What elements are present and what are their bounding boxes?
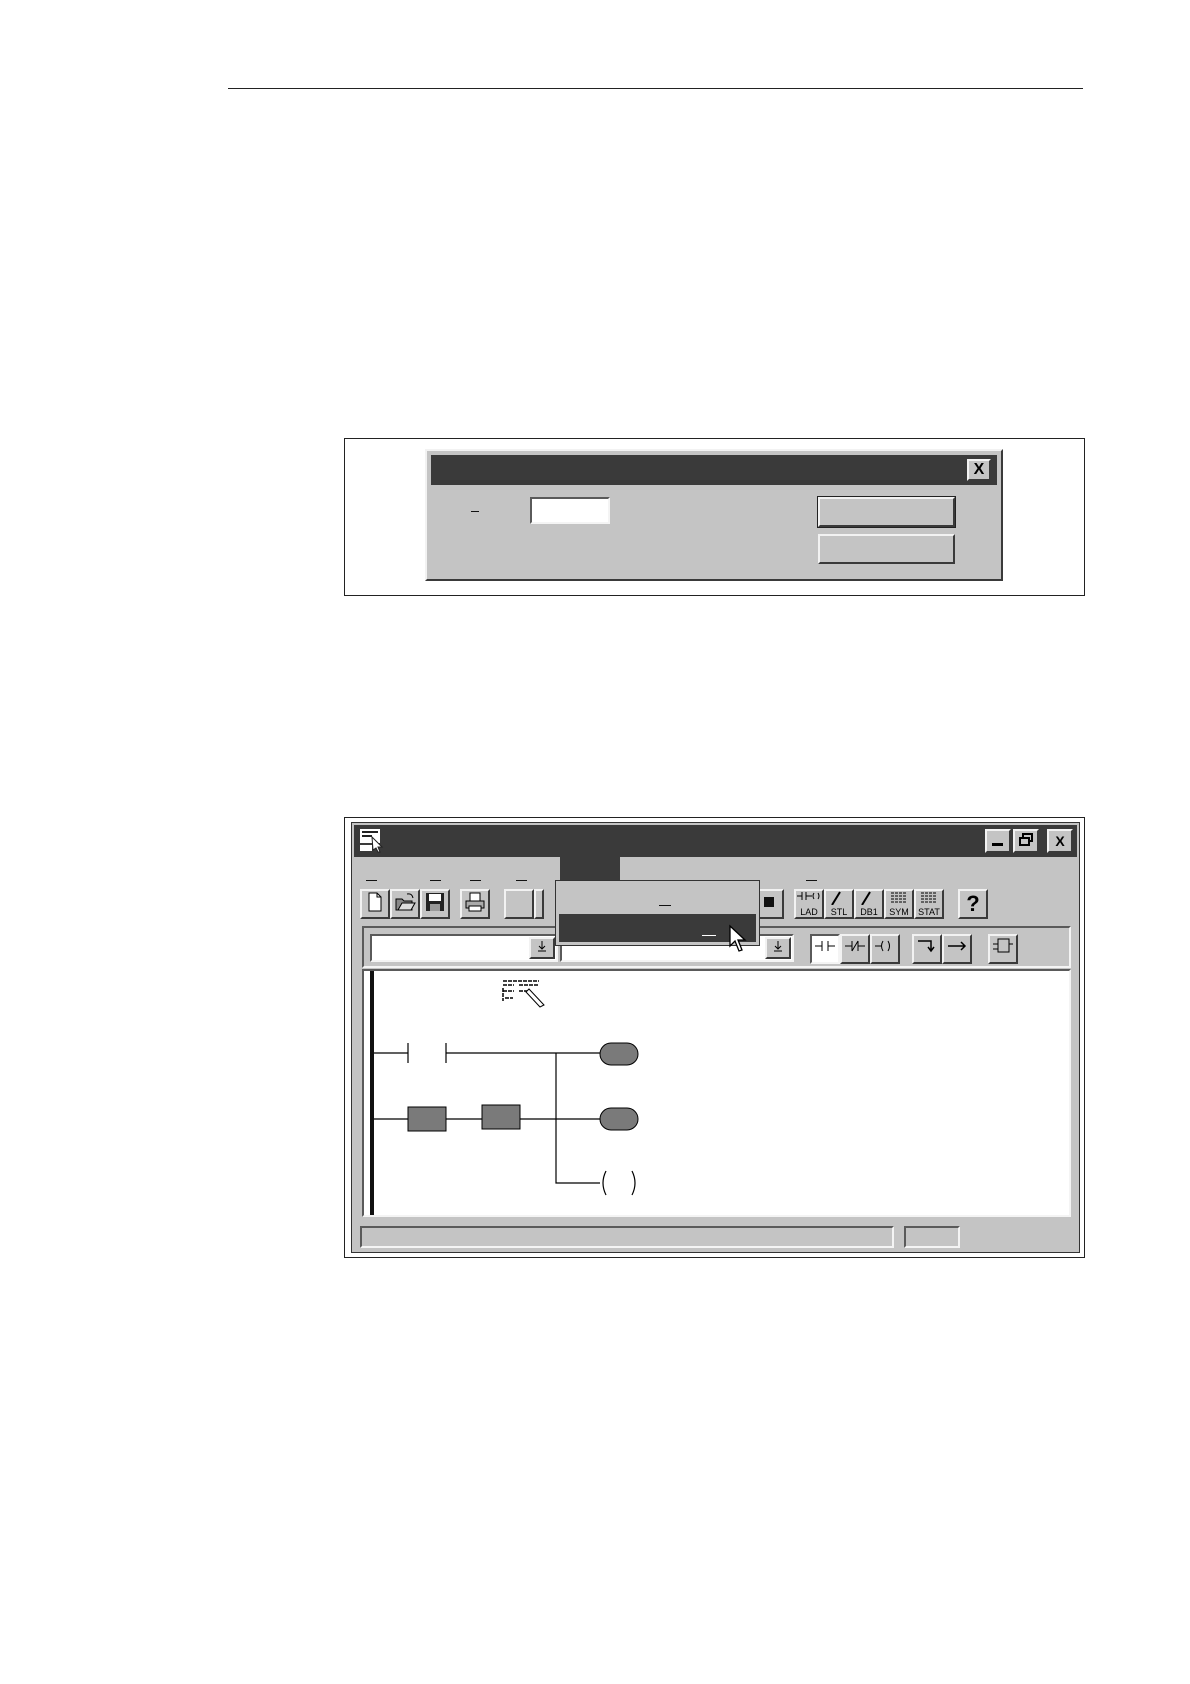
status-message-pane: [360, 1226, 894, 1248]
dropdown-item-1[interactable]: [559, 884, 756, 912]
close-icon: X: [1055, 833, 1065, 849]
menu-item-1[interactable]: [360, 857, 390, 885]
arrow-right-icon: [948, 941, 967, 951]
new-file-button[interactable]: [360, 889, 390, 919]
new-file-icon: [368, 892, 382, 912]
minimize-icon: [992, 843, 1003, 846]
dialog-titlebar: X: [431, 455, 997, 485]
stl-label: STL: [830, 907, 848, 917]
sym-view-icon: [891, 892, 907, 903]
box-element-button[interactable]: [988, 934, 1018, 964]
dialog-close-button[interactable]: X: [967, 459, 991, 481]
help-button[interactable]: ?: [958, 889, 988, 919]
db1-button[interactable]: DB1: [854, 889, 884, 919]
branch-open-button[interactable]: [912, 934, 942, 964]
normally-closed-contact-icon: [845, 940, 865, 952]
app-icon[interactable]: [358, 827, 384, 853]
open-button[interactable]: [390, 889, 420, 919]
toolbar-button-blank[interactable]: [504, 889, 534, 919]
page-top-rule: [228, 88, 1083, 89]
network-combo-dropdown-button[interactable]: [765, 937, 791, 959]
block-select-combo[interactable]: [370, 934, 558, 962]
stat-button[interactable]: STAT: [914, 889, 944, 919]
toolbar-button-partial[interactable]: [534, 889, 544, 919]
chevron-down-icon: [774, 941, 782, 952]
stop-icon: [764, 897, 774, 907]
box-element-icon: [993, 938, 1013, 953]
edit-mode-icon: [502, 980, 545, 1008]
ladder-editor[interactable]: [362, 969, 1071, 1217]
lad-label: LAD: [800, 907, 818, 917]
save-button[interactable]: [420, 889, 450, 919]
open-folder-icon: [395, 893, 416, 911]
branch-down-icon: [918, 940, 935, 953]
help-icon: ?: [966, 891, 980, 916]
close-icon: X: [973, 461, 985, 478]
coil-button[interactable]: [870, 934, 900, 964]
dialog-ok-button[interactable]: [817, 496, 956, 528]
stl-button[interactable]: STL: [824, 889, 854, 919]
menu-item-3[interactable]: [464, 857, 498, 885]
status-mode-pane: [904, 1226, 960, 1248]
lad-view-icon: [797, 892, 820, 900]
sym-button[interactable]: SYM: [884, 889, 914, 919]
minimize-button[interactable]: [985, 829, 1011, 853]
block-combo-dropdown-button[interactable]: [529, 937, 555, 959]
app-titlebar: X: [354, 825, 1077, 857]
restore-icon: [1019, 833, 1033, 846]
dialog-cancel-button[interactable]: [818, 534, 955, 564]
menu-item-2[interactable]: [422, 857, 456, 885]
lad-button[interactable]: LAD: [794, 889, 824, 919]
menu-item-4[interactable]: [510, 857, 544, 885]
restore-button[interactable]: [1013, 829, 1039, 853]
ladder-diagram: [370, 971, 639, 1215]
mouse-pointer-icon: [729, 924, 747, 952]
chevron-down-icon: [538, 941, 546, 952]
dialog-field-label: [471, 511, 481, 513]
stat-view-icon: [921, 892, 937, 903]
nc-contact-button[interactable]: [840, 934, 870, 964]
print-button[interactable]: [460, 889, 490, 919]
branch-close-button[interactable]: [942, 934, 972, 964]
app-close-button[interactable]: X: [1047, 829, 1073, 853]
dialog-window: X: [425, 449, 1003, 581]
dialog-text-input[interactable]: [530, 497, 610, 524]
print-icon: [465, 892, 485, 912]
db1-view-icon: [861, 891, 871, 906]
coil-icon: [875, 940, 890, 952]
stl-view-icon: [831, 891, 841, 906]
menu-item-9[interactable]: [802, 857, 832, 885]
no-contact-button[interactable]: [810, 934, 840, 964]
normally-open-contact-icon: [815, 941, 835, 951]
db1-label: DB1: [860, 907, 878, 917]
stat-label: STAT: [918, 907, 940, 917]
dropdown-item-2[interactable]: [559, 914, 756, 942]
sym-label: SYM: [889, 907, 909, 917]
status-bar: [354, 1223, 1077, 1251]
save-disk-icon: [426, 893, 444, 911]
